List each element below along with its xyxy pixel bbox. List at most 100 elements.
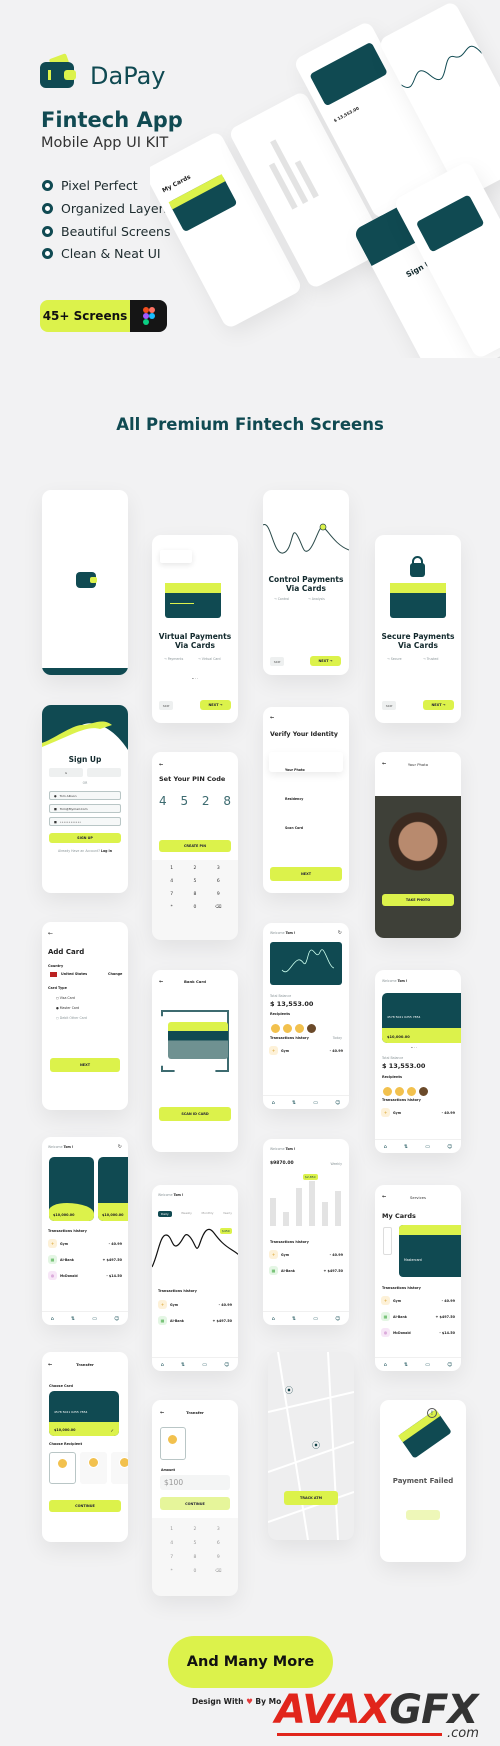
home-icon[interactable]: ⌂ xyxy=(384,1144,387,1150)
next-button[interactable]: NEXT → xyxy=(310,656,341,666)
continue-button[interactable]: CONTINUE xyxy=(49,1500,121,1512)
location-pin-icon[interactable]: ⦿ xyxy=(285,1385,293,1396)
card-icon[interactable]: ▭ xyxy=(425,1144,430,1150)
avatar[interactable] xyxy=(394,1086,405,1097)
avatar[interactable] xyxy=(270,1023,281,1034)
amount-input[interactable]: $100 xyxy=(160,1475,230,1490)
key[interactable]: 1 xyxy=(160,866,183,871)
avatar[interactable] xyxy=(294,1023,305,1034)
card-icon[interactable]: ▭ xyxy=(313,1316,318,1322)
map[interactable] xyxy=(268,1352,354,1540)
recipient-item[interactable] xyxy=(160,1427,186,1460)
transaction-row[interactable]: + Gym - 40.99 xyxy=(48,1238,122,1249)
email-input[interactable]: ■ Tom@Mymail.Com xyxy=(49,804,121,813)
period-dropdown[interactable]: Weekly xyxy=(330,1162,342,1166)
avatar[interactable] xyxy=(306,1023,317,1034)
back-icon[interactable]: ← xyxy=(159,762,163,768)
selected-card[interactable]: 4578 5021 0255 7854 $10,000.00 ✓ xyxy=(49,1391,119,1436)
transaction-row[interactable]: ◎ McDonald - $14.50 xyxy=(381,1327,455,1338)
tab-yearly[interactable]: Yearly xyxy=(223,1211,232,1217)
name-input[interactable]: ● Tom Allison xyxy=(49,791,121,800)
key[interactable]: 5 xyxy=(183,879,206,884)
transfer-icon[interactable]: ⇅ xyxy=(404,1362,408,1368)
card-item[interactable]: 4578 5021 0255 7854 $10,000.00 xyxy=(382,993,461,1043)
profile-icon[interactable]: ☺ xyxy=(447,1362,452,1368)
transaction-row[interactable]: ▦ Al-Bank + $497.50 xyxy=(269,1265,343,1276)
recipient-item[interactable] xyxy=(111,1452,128,1484)
card-icon[interactable]: ▭ xyxy=(92,1316,97,1322)
verify-option-photo[interactable]: Your Photo xyxy=(269,752,343,772)
card-item[interactable]: $10,000.00 xyxy=(98,1157,128,1221)
recipient-item[interactable] xyxy=(80,1452,107,1484)
backspace-key[interactable]: ⌫ xyxy=(207,1569,230,1574)
key[interactable]: * xyxy=(160,1569,183,1574)
transaction-row[interactable]: + Gym - 40.99 xyxy=(381,1295,455,1306)
key[interactable]: * xyxy=(160,905,183,910)
next-button[interactable]: NEXT xyxy=(50,1058,120,1072)
login-link[interactable]: Log In xyxy=(101,849,112,853)
avatar[interactable] xyxy=(282,1023,293,1034)
transaction-row[interactable]: + Gym - 40.99 xyxy=(269,1249,343,1260)
key[interactable]: 9 xyxy=(207,892,230,897)
back-icon[interactable]: ← xyxy=(270,715,274,721)
transaction-row[interactable]: + Gym - 40.99 xyxy=(158,1299,232,1310)
next-button[interactable]: NEXT → xyxy=(200,700,231,710)
profile-icon[interactable]: ☺ xyxy=(114,1316,119,1322)
back-icon[interactable]: ← xyxy=(48,930,53,937)
change-link[interactable]: Change xyxy=(108,972,122,976)
pin-digits[interactable]: 4528 xyxy=(159,794,231,808)
location-pin-icon[interactable]: ⦿ xyxy=(312,1440,320,1451)
take-photo-button[interactable]: TAKE PHOTO xyxy=(382,894,454,906)
scan-card-button[interactable]: SCAN ID CARD xyxy=(159,1107,231,1121)
transfer-icon[interactable]: ⇅ xyxy=(181,1362,185,1368)
card-item[interactable]: $10,000.00 xyxy=(49,1157,94,1221)
key[interactable]: 0 xyxy=(183,1569,206,1574)
profile-icon[interactable]: ☺ xyxy=(335,1316,340,1322)
create-pin-button[interactable]: CREATE PIN xyxy=(159,840,231,852)
transfer-icon[interactable]: ⇅ xyxy=(404,1144,408,1150)
skip-button[interactable]: SKIP xyxy=(159,701,173,710)
radio-visa[interactable]: ○ Visa Card xyxy=(56,996,75,1000)
card-icon[interactable]: ▭ xyxy=(313,1100,318,1106)
google-button[interactable]: G xyxy=(49,768,83,777)
home-icon[interactable]: ⌂ xyxy=(384,1362,387,1368)
avatar[interactable] xyxy=(382,1086,393,1097)
key[interactable]: 2 xyxy=(183,1527,206,1532)
country-value[interactable]: United States xyxy=(61,972,87,976)
home-icon[interactable]: ⌂ xyxy=(272,1100,275,1106)
tab-weekly[interactable]: Weekly xyxy=(181,1211,192,1217)
card-icon[interactable]: ▭ xyxy=(202,1362,207,1368)
refresh-icon[interactable]: ↻ xyxy=(118,1144,122,1150)
key[interactable]: 5 xyxy=(183,1541,206,1546)
key[interactable]: 4 xyxy=(160,879,183,884)
profile-icon[interactable]: ☺ xyxy=(335,1100,340,1106)
continue-button[interactable]: CONTINUE xyxy=(160,1497,230,1510)
key[interactable]: 6 xyxy=(207,879,230,884)
avatar[interactable] xyxy=(406,1086,417,1097)
recipient-item[interactable] xyxy=(49,1452,76,1484)
apple-button[interactable] xyxy=(87,768,121,777)
avatar[interactable] xyxy=(418,1086,429,1097)
transaction-row[interactable]: + Gym - 40.99 xyxy=(381,1107,455,1118)
profile-icon[interactable]: ☺ xyxy=(224,1362,229,1368)
key[interactable]: 8 xyxy=(183,1555,206,1560)
backspace-key[interactable]: ⌫ xyxy=(207,905,230,910)
verify-option-residency[interactable]: Residency xyxy=(269,781,343,801)
profile-icon[interactable]: ☺ xyxy=(447,1144,452,1150)
key[interactable]: 9 xyxy=(207,1555,230,1560)
home-icon[interactable]: ⌂ xyxy=(272,1316,275,1322)
password-input[interactable]: ■ •••••••••••• xyxy=(49,817,121,826)
key[interactable]: 6 xyxy=(207,1541,230,1546)
home-icon[interactable]: ⌂ xyxy=(51,1316,54,1322)
key[interactable]: 3 xyxy=(207,1527,230,1532)
skip-button[interactable]: SKIP xyxy=(382,701,396,710)
back-button[interactable] xyxy=(406,1510,440,1520)
tab-monthly[interactable]: Monthly xyxy=(201,1211,213,1217)
key[interactable]: 4 xyxy=(160,1541,183,1546)
transfer-icon[interactable]: ⇅ xyxy=(292,1316,296,1322)
transfer-icon[interactable]: ⇅ xyxy=(71,1316,75,1322)
signup-button[interactable]: SIGN UP xyxy=(49,833,121,843)
add-card-button[interactable] xyxy=(383,1227,392,1255)
card-icon[interactable]: ▭ xyxy=(425,1362,430,1368)
key[interactable]: 7 xyxy=(160,892,183,897)
